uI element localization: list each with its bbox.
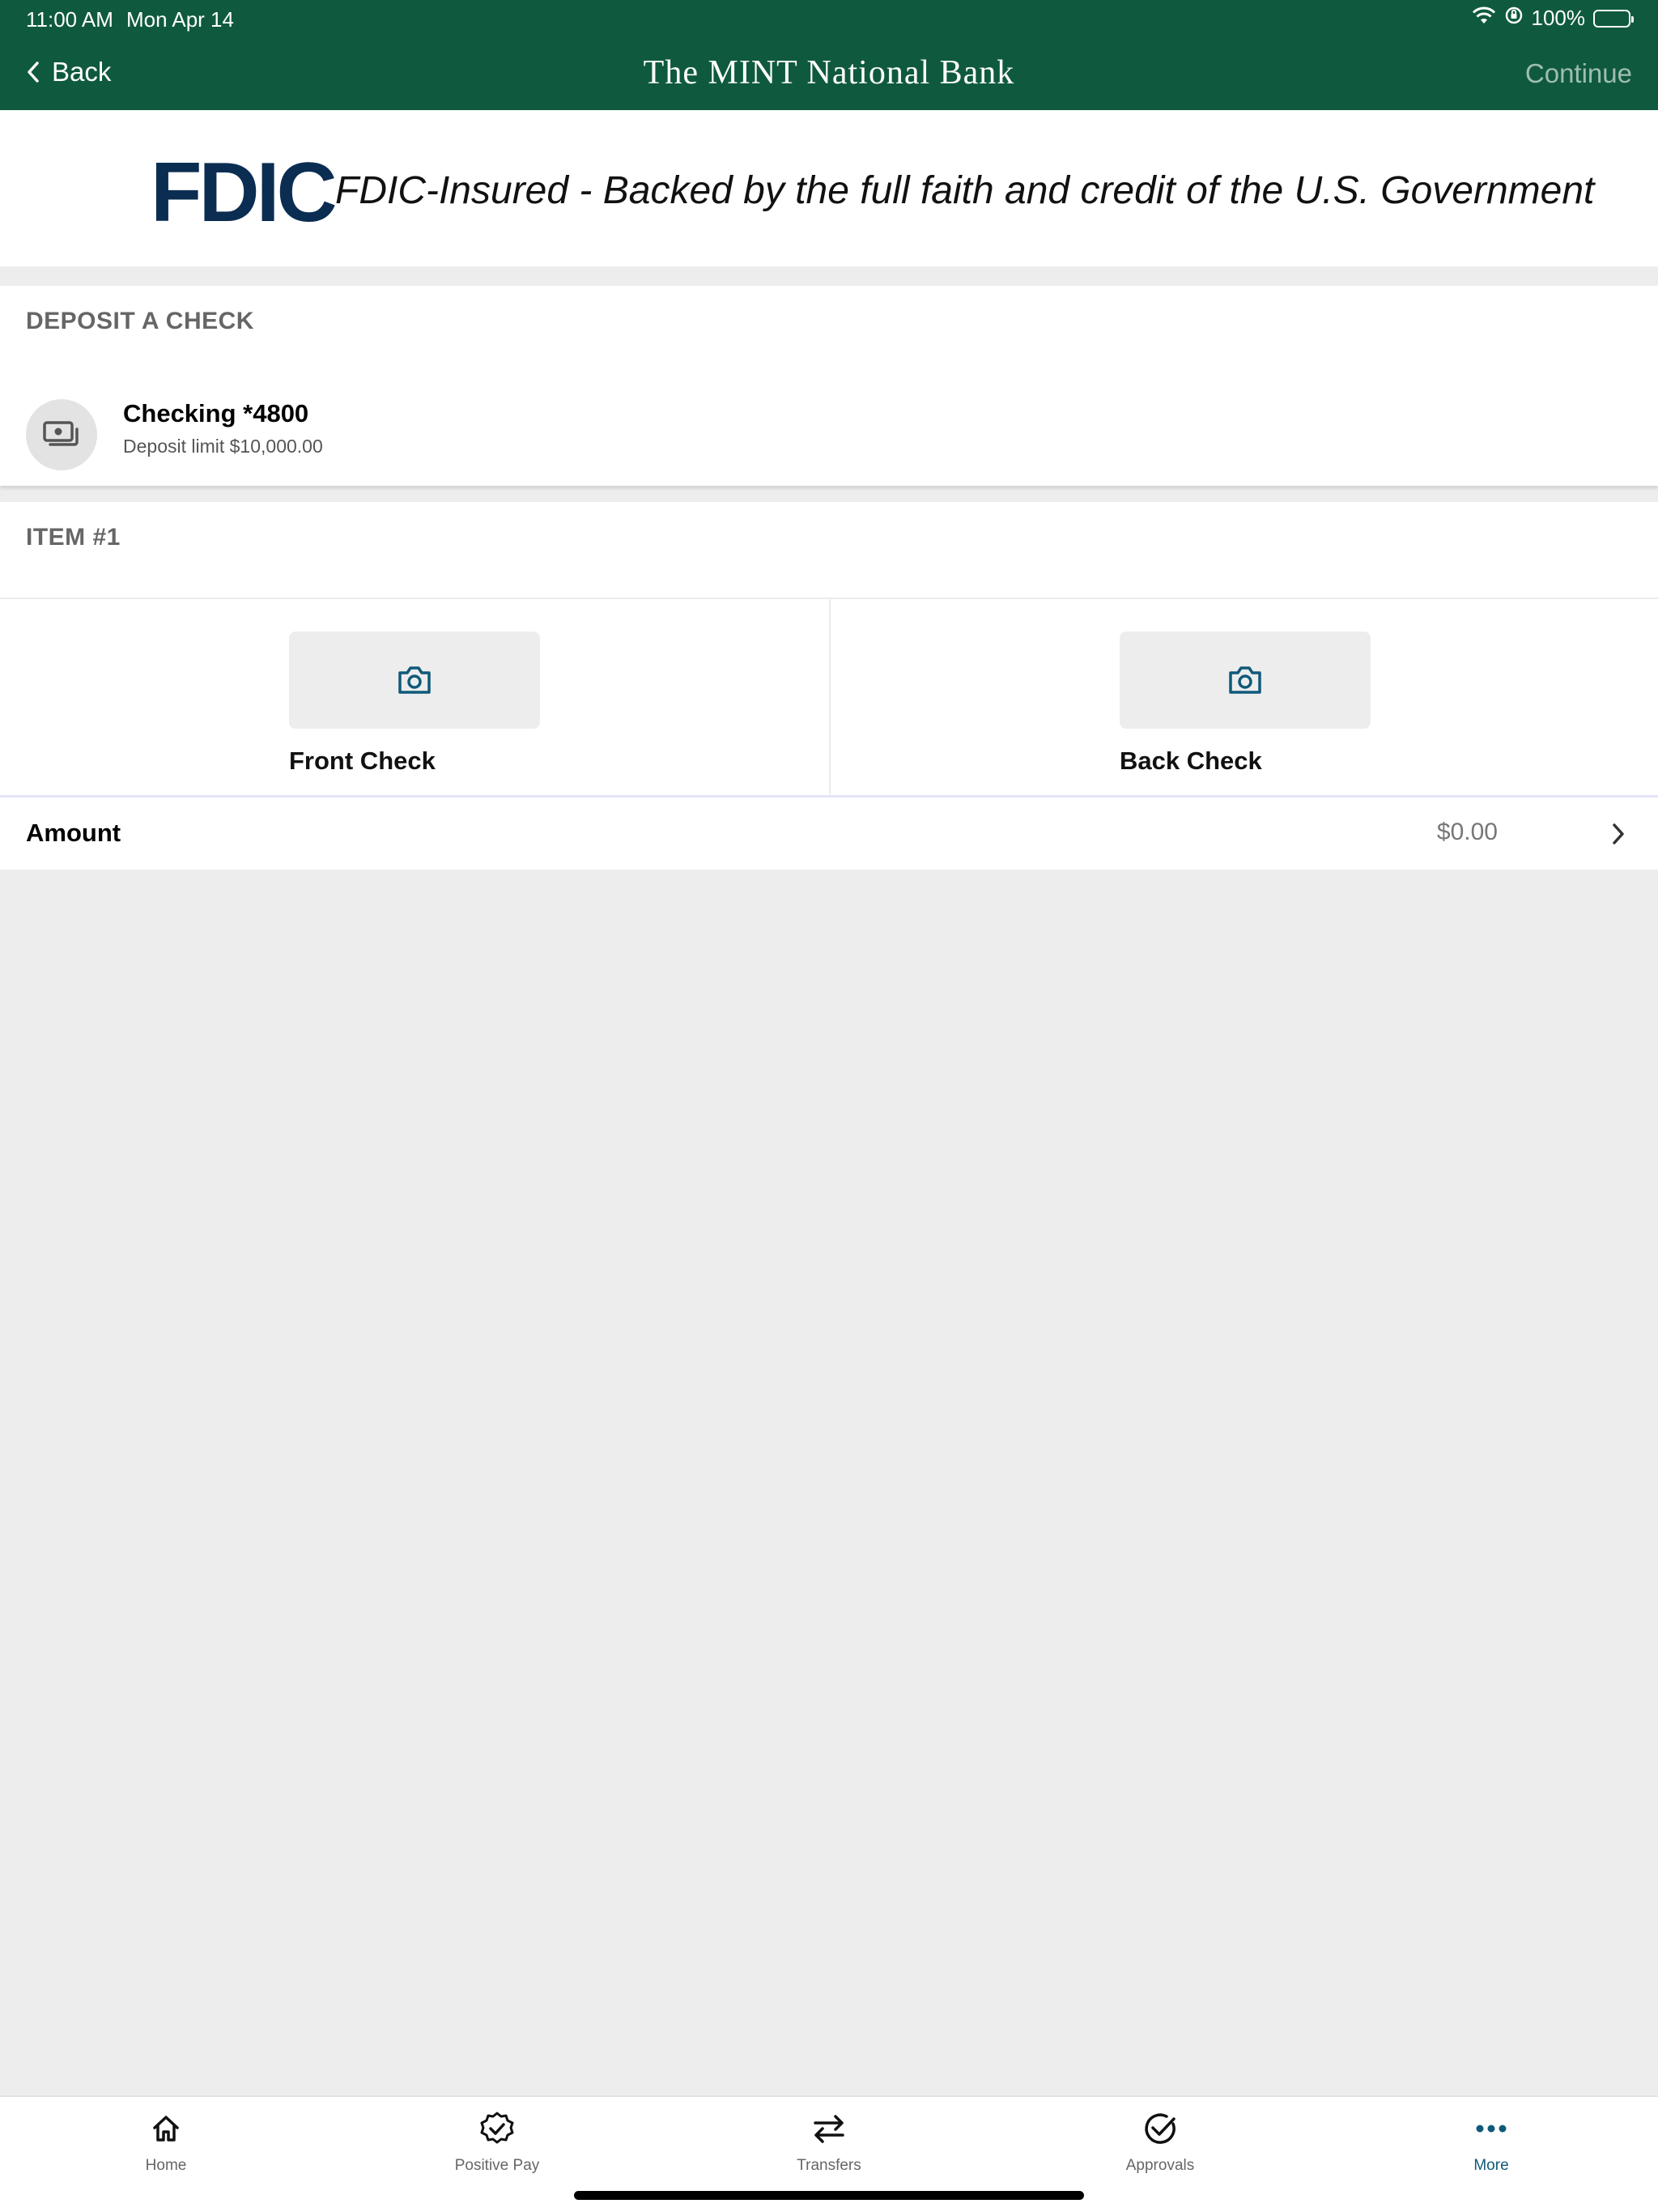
more-dots-icon [1410, 2108, 1572, 2149]
home-indicator[interactable] [574, 2191, 1084, 2200]
status-time: 11:00 AM [26, 7, 113, 32]
amount-row[interactable]: Amount $0.00 [0, 795, 1658, 870]
front-check-capture-button[interactable] [289, 632, 540, 729]
tab-positive-pay[interactable]: Positive Pay [416, 2108, 578, 2175]
transfer-arrows-icon [748, 2108, 910, 2149]
battery-percent: 100% [1531, 6, 1586, 30]
item-title: ITEM #1 [26, 524, 121, 551]
amount-value: $0.00 [1436, 819, 1498, 845]
tab-more[interactable]: More [1410, 2108, 1572, 2175]
front-check-column: Front Check [0, 599, 829, 795]
orientation-lock-icon [1504, 6, 1524, 31]
back-check-capture-button[interactable] [1120, 632, 1371, 729]
tab-approvals[interactable]: Approvals [1079, 2108, 1241, 2175]
fdic-text: FDIC-Insured - Backed by the full faith … [335, 169, 1595, 212]
status-date: Mon Apr 14 [126, 7, 234, 32]
front-check-label: Front Check [289, 747, 436, 775]
tab-transfers[interactable]: Transfers [748, 2108, 910, 2175]
wifi-icon [1472, 6, 1496, 31]
account-name[interactable]: Checking *4800 [123, 399, 308, 428]
check-circle-icon [1079, 2108, 1241, 2149]
home-icon [85, 2108, 247, 2149]
tab-transfers-label: Transfers [797, 2157, 861, 2174]
page: 11:00 AM Mon Apr 14 100% Back The MINT N… [0, 0, 1658, 2212]
fdic-banner: FDIC FDIC-Insured - Backed by the full f… [0, 110, 1658, 276]
battery-icon [1593, 9, 1634, 28]
deposit-section: DEPOSIT A CHECK Checking *4800 Deposit l… [0, 286, 1658, 486]
tab-more-label: More [1473, 2157, 1509, 2174]
camera-icon [398, 666, 431, 694]
top-bar: 11:00 AM Mon Apr 14 100% Back The MINT N… [0, 0, 1658, 110]
camera-icon [1229, 666, 1261, 694]
tab-home-label: Home [145, 2157, 187, 2174]
status-indicators: 100% [1472, 6, 1634, 31]
deposit-limit: Deposit limit $10,000.00 [123, 436, 323, 457]
tab-approvals-label: Approvals [1125, 2157, 1195, 2174]
amount-label: Amount [26, 819, 121, 847]
badge-check-icon [416, 2108, 578, 2149]
back-check-column: Back Check [829, 599, 1658, 795]
tab-positive-pay-label: Positive Pay [454, 2157, 540, 2174]
fdic-logo: FDIC [151, 146, 338, 240]
item-section: ITEM #1 Front Check Back Check Amount $0… [0, 502, 1658, 870]
cash-icon [26, 399, 97, 470]
deposit-section-title: DEPOSIT A CHECK [26, 308, 254, 334]
continue-button[interactable]: Continue [1525, 58, 1632, 89]
chevron-right-icon [1613, 823, 1624, 844]
back-check-label: Back Check [1120, 747, 1262, 775]
tab-home[interactable]: Home [85, 2108, 247, 2175]
bank-logo: The MINT National Bank [643, 54, 1015, 91]
